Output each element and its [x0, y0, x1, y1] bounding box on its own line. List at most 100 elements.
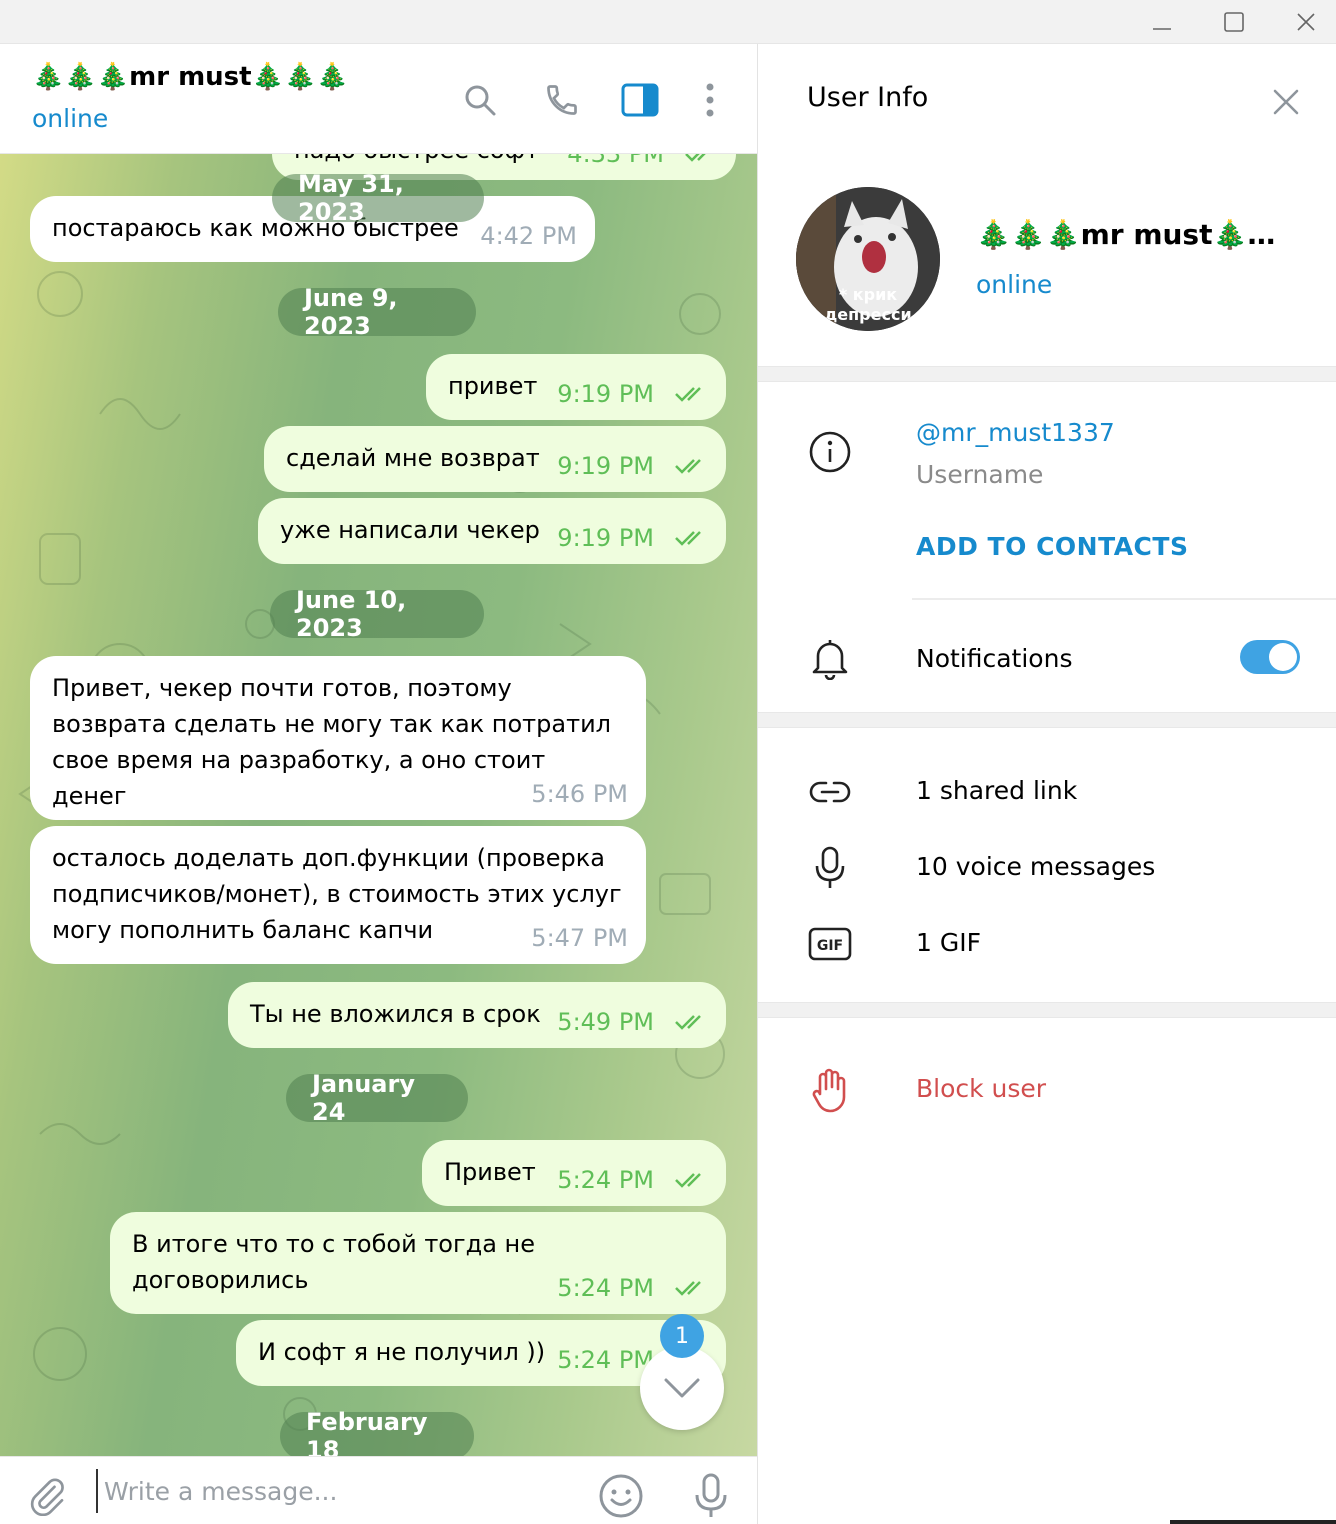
chat-title[interactable]: 🎄🎄🎄mr must🎄🎄🎄: [32, 62, 349, 92]
minimize-icon: [1153, 28, 1171, 30]
block-user-button[interactable]: Block user: [916, 1074, 1046, 1103]
search-icon: [465, 85, 496, 116]
double-check-icon: [675, 387, 701, 402]
window-titlebar: [0, 0, 1336, 44]
notifications-toggle[interactable]: [1240, 640, 1300, 674]
maximize-button[interactable]: [1214, 6, 1254, 38]
phone-icon: [547, 85, 577, 115]
emoji-icon: [599, 1474, 643, 1518]
message-incoming[interactable]: Привет, чекер почти готов, поэтому возвр…: [30, 656, 646, 820]
link-icon-wrap: [806, 768, 854, 816]
message-time: 5:24 PM: [557, 1346, 654, 1374]
close-panel-button[interactable]: [1264, 80, 1308, 124]
message-meta: 9:19 PM: [557, 376, 708, 412]
username-value[interactable]: @mr_must1337: [916, 418, 1115, 447]
info-icon: [809, 431, 851, 473]
chevron-down-icon: [664, 1378, 700, 1398]
call-button[interactable]: [540, 78, 584, 122]
voice-record-button[interactable]: [686, 1471, 736, 1521]
window-close-button[interactable]: [1286, 6, 1326, 38]
double-check-icon: [675, 1281, 701, 1296]
message-input[interactable]: [96, 1469, 556, 1513]
block-hand-icon: [812, 1068, 846, 1113]
message-meta: 5:47 PM: [531, 920, 628, 956]
sidebar-toggle-button[interactable]: [618, 78, 662, 122]
hand-icon-wrap: [806, 1066, 854, 1114]
more-icon: [706, 83, 714, 117]
search-button[interactable]: [458, 78, 502, 122]
voice-icon-wrap: [806, 844, 854, 892]
message-time: 9:19 PM: [557, 524, 654, 552]
profile-status: online: [976, 270, 1053, 299]
message-meta: 9:19 PM: [557, 520, 708, 556]
message-time: 5:46 PM: [531, 780, 628, 808]
info-icon-wrap: [806, 428, 854, 476]
username-label: Username: [916, 460, 1044, 489]
gif-icon: GIF: [808, 927, 852, 961]
message-time: 5:24 PM: [557, 1274, 654, 1302]
profile-name: 🎄🎄🎄mr must🎄…: [976, 218, 1276, 251]
chat-history[interactable]: надо быстрее софт 4:33 PM постараюсь как…: [0, 154, 757, 1456]
unread-count-badge: 1: [660, 1314, 704, 1358]
more-button[interactable]: [688, 78, 732, 122]
svg-text:GIF: GIF: [817, 938, 843, 954]
link-icon: [809, 781, 851, 803]
shared-links-item[interactable]: 1 shared link: [916, 776, 1077, 805]
chat-status: online: [32, 104, 109, 133]
message-meta: 9:19 PM: [557, 448, 708, 484]
section-separator: [758, 712, 1336, 728]
message-outgoing[interactable]: уже написали чекер 9:19 PM: [258, 498, 726, 564]
message-time: 4:33 PM: [567, 154, 664, 168]
message-time: 5:49 PM: [557, 1008, 654, 1036]
microphone-icon: [695, 1473, 727, 1517]
message-meta: 5:49 PM: [557, 1004, 708, 1040]
date-separator: February 18: [280, 1408, 474, 1456]
close-icon: [1273, 89, 1299, 115]
message-incoming[interactable]: осталось доделать доп.функции (проверка …: [30, 826, 646, 964]
attach-button[interactable]: [22, 1471, 72, 1521]
message-outgoing[interactable]: Привет 5:24 PM: [422, 1140, 726, 1206]
message-time: 9:19 PM: [557, 380, 654, 408]
message-outgoing[interactable]: В итоге что то с тобой тогда не договори…: [110, 1212, 726, 1314]
avatar[interactable]: * крик депресси: [796, 187, 940, 331]
date-separator: January 24: [286, 1070, 468, 1126]
double-check-icon: [675, 1173, 701, 1188]
message-meta: 5:24 PM: [557, 1270, 708, 1306]
message-meta: 5:24 PM: [557, 1162, 708, 1198]
minimize-button[interactable]: [1142, 6, 1182, 38]
chat-header[interactable]: 🎄🎄🎄mr must🎄🎄🎄 online: [0, 44, 757, 154]
section-separator: [758, 366, 1336, 382]
message-time: 5:47 PM: [531, 924, 628, 952]
avatar-caption: * крик депресси: [824, 285, 912, 324]
sidebar-toggle-icon: [621, 83, 659, 117]
bell-icon-wrap: [806, 634, 854, 682]
message-outgoing[interactable]: Ты не вложился в срок 5:49 PM: [228, 982, 726, 1048]
message-time: 5:24 PM: [557, 1166, 654, 1194]
close-icon: [1297, 13, 1315, 31]
gif-icon-wrap: GIF: [806, 920, 854, 968]
message-meta: 5:46 PM: [531, 776, 628, 812]
taskbar-indicator: [1170, 1520, 1336, 1524]
message-time: 9:19 PM: [557, 452, 654, 480]
add-to-contacts-button[interactable]: ADD TO CONTACTS: [916, 532, 1188, 561]
double-check-icon: [675, 531, 701, 546]
emoji-button[interactable]: [596, 1471, 646, 1521]
message-composer: [0, 1456, 757, 1524]
paperclip-icon: [30, 1478, 64, 1516]
bell-icon: [812, 640, 848, 680]
row-divider: [912, 598, 1336, 600]
voice-messages-item[interactable]: 10 voice messages: [916, 852, 1155, 881]
double-check-icon: [685, 154, 706, 162]
message-outgoing[interactable]: привет 9:19 PM: [426, 354, 726, 420]
notifications-label: Notifications: [916, 644, 1073, 673]
message-meta: 4:42 PM: [480, 218, 577, 254]
date-separator: June 10, 2023: [270, 586, 484, 642]
scroll-to-bottom-button[interactable]: [640, 1346, 724, 1430]
double-check-icon: [675, 1015, 701, 1030]
microphone-icon: [815, 846, 845, 888]
message-outgoing[interactable]: сделай мне возврат 9:19 PM: [264, 426, 726, 492]
section-separator: [758, 1002, 1336, 1018]
date-separator: May 31, 2023: [272, 170, 484, 226]
message-meta: 4:33 PM: [567, 154, 718, 172]
gif-item[interactable]: 1 GIF: [916, 928, 981, 957]
